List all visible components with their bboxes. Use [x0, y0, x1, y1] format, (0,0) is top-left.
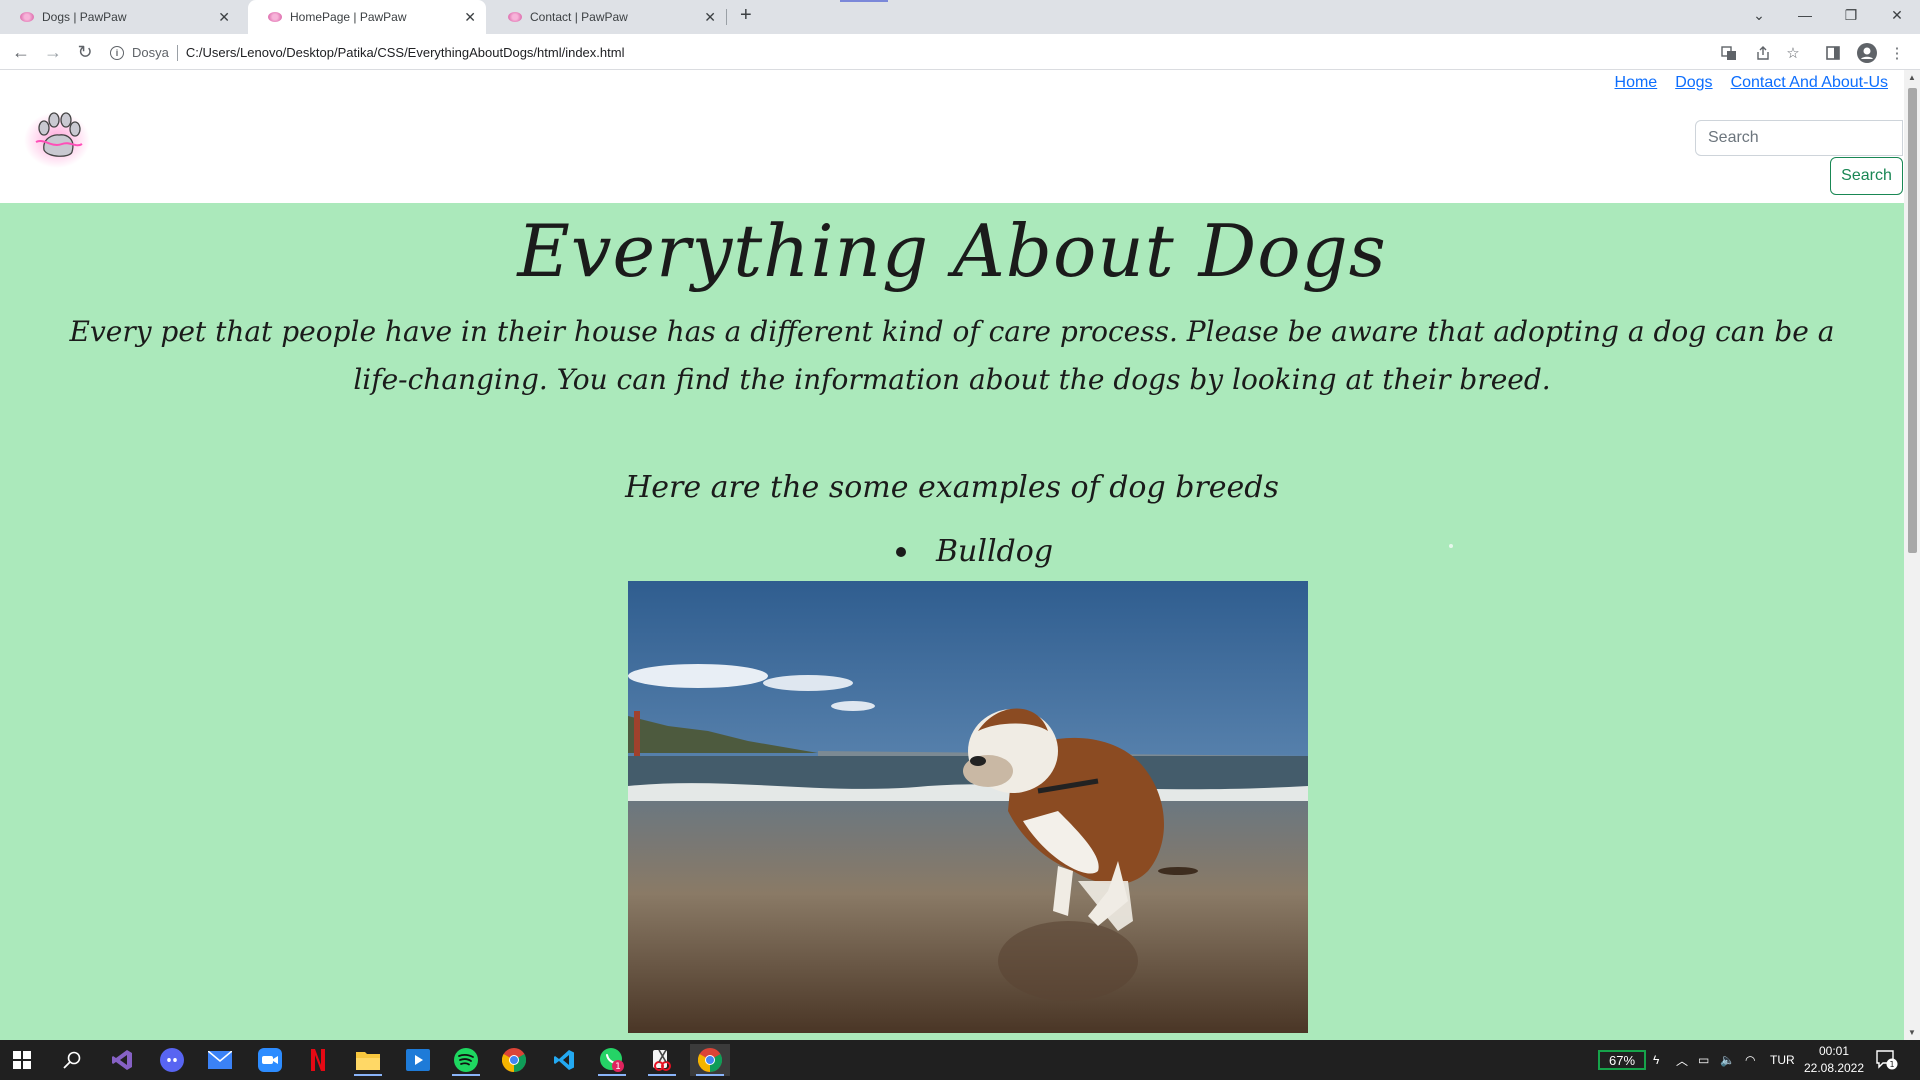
menu-icon[interactable]: ⋮	[1886, 42, 1908, 64]
forward-icon[interactable]: →	[41, 40, 65, 64]
tab-search-chevron-icon[interactable]: ⌄	[1736, 0, 1782, 30]
intro-paragraph: Every pet that people have in their hous…	[69, 315, 1835, 396]
language-indicator[interactable]: TUR	[1770, 1040, 1795, 1080]
pawpaw-favicon-icon	[20, 12, 34, 22]
close-tab-icon[interactable]: ✕	[218, 9, 230, 26]
snipping-tool-icon[interactable]	[642, 1044, 682, 1076]
clock[interactable]: 00:01 22.08.2022	[1800, 1043, 1868, 1077]
page-scrollbar[interactable]: ▲ ▼	[1904, 70, 1920, 1040]
site-nav: Home Dogs Contact And About-Us	[1615, 74, 1888, 92]
main-content: Everything About Dogs Every pet that peo…	[0, 203, 1904, 1040]
clock-time: 00:01	[1818, 1044, 1850, 1058]
site-header: Home Dogs Contact And About-Us Search Se…	[0, 70, 1904, 203]
pawpaw-logo[interactable]	[24, 108, 90, 168]
zoom-icon[interactable]	[250, 1044, 290, 1076]
profile-icon[interactable]	[1856, 42, 1878, 64]
share-icon[interactable]	[1752, 42, 1774, 64]
search-icon[interactable]	[52, 1044, 92, 1076]
tab-separator	[726, 9, 727, 25]
side-panel-icon[interactable]	[1822, 42, 1844, 64]
tab-homepage[interactable]: HomePage | PawPaw ✕	[248, 0, 486, 34]
decorative-dot	[1449, 544, 1453, 548]
file-explorer-icon[interactable]	[348, 1044, 388, 1076]
whatsapp-badge: 1	[615, 1062, 621, 1072]
tab-contact[interactable]: Contact | PawPaw ✕	[488, 0, 726, 34]
scroll-up-icon[interactable]: ▲	[1908, 73, 1916, 82]
clock-date: 22.08.2022	[1803, 1061, 1865, 1075]
volume-icon[interactable]: 🔈	[1720, 1040, 1735, 1080]
star-icon[interactable]: ☆	[1782, 42, 1804, 64]
back-icon[interactable]: ←	[9, 40, 33, 64]
close-tab-icon[interactable]: ✕	[464, 9, 476, 26]
address-separator	[176, 44, 178, 61]
bullet-icon	[896, 546, 906, 557]
media-player-icon[interactable]	[398, 1044, 438, 1076]
chrome-active-icon[interactable]	[690, 1044, 730, 1076]
search-input[interactable]: Search	[1695, 120, 1903, 156]
tab-strip-marker	[840, 0, 888, 2]
charging-icon: ϟ	[1653, 1053, 1660, 1067]
scroll-down-icon[interactable]: ▼	[1908, 1028, 1916, 1037]
info-icon[interactable]: i	[110, 45, 124, 60]
battery-indicator[interactable]: 67%	[1598, 1050, 1646, 1070]
tab-bar: Dogs | PawPaw ✕ HomePage | PawPaw ✕ Cont…	[0, 0, 1920, 34]
page-viewport: Home Dogs Contact And About-Us Search Se…	[0, 70, 1904, 1040]
translate-icon[interactable]	[1718, 42, 1740, 64]
bulldog-photo	[628, 581, 1308, 1033]
address-bar[interactable]: i Dosya C:/Users/Lenovo/Desktop/Patika/C…	[110, 39, 1770, 66]
new-tab-icon[interactable]: +	[740, 4, 752, 27]
breeds-subtitle: Here are the some examples of dog breeds	[625, 470, 1279, 505]
chevron-up-icon[interactable]: ︿	[1676, 1040, 1688, 1080]
wifi-icon[interactable]: ◠	[1745, 1040, 1755, 1080]
scroll-thumb[interactable]	[1908, 88, 1917, 553]
netflix-icon[interactable]	[298, 1044, 338, 1076]
restore-icon[interactable]: ❐	[1828, 0, 1874, 30]
pawpaw-favicon-icon	[268, 12, 282, 22]
address-url[interactable]: C:/Users/Lenovo/Desktop/Patika/CSS/Every…	[186, 45, 625, 60]
page-title: Everything About Dogs	[517, 209, 1387, 293]
pawpaw-favicon-icon	[508, 12, 522, 22]
whatsapp-icon[interactable]: 1	[592, 1044, 632, 1076]
reload-icon[interactable]: ↻	[73, 40, 97, 64]
list-item: Bulldog	[896, 534, 1053, 569]
tab-title: HomePage | PawPaw	[290, 10, 407, 24]
battery-icon[interactable]: ▭	[1698, 1040, 1709, 1080]
tab-dogs[interactable]: Dogs | PawPaw ✕	[0, 0, 240, 34]
search-button[interactable]: Search	[1830, 157, 1903, 195]
mail-icon[interactable]	[200, 1044, 240, 1076]
tab-title: Contact | PawPaw	[530, 10, 628, 24]
browser-toolbar: ← → ↻ i Dosya C:/Users/Lenovo/Desktop/Pa…	[0, 34, 1920, 70]
nav-link-dogs[interactable]: Dogs	[1675, 74, 1712, 92]
vscode-icon[interactable]	[544, 1044, 584, 1076]
notification-count: 1	[1889, 1060, 1894, 1069]
notification-icon[interactable]: 1	[1876, 1040, 1898, 1080]
close-window-icon[interactable]: ✕	[1874, 0, 1920, 30]
minimize-icon[interactable]: —	[1782, 0, 1828, 30]
breed-name: Bulldog	[936, 534, 1054, 569]
spotify-icon[interactable]	[446, 1044, 486, 1076]
tab-title: Dogs | PawPaw	[42, 10, 127, 24]
nav-link-contact[interactable]: Contact And About-Us	[1731, 74, 1888, 92]
windows-taskbar: 1 67% ϟ ︿ ▭ 🔈 ◠ TUR 00:01 22.08.2022 1	[0, 1040, 1920, 1080]
start-icon[interactable]	[2, 1044, 42, 1076]
nav-link-home[interactable]: Home	[1615, 74, 1658, 92]
chrome-icon[interactable]	[494, 1044, 534, 1076]
discord-icon[interactable]	[152, 1044, 192, 1076]
visual-studio-icon[interactable]	[102, 1044, 142, 1076]
address-scheme: Dosya	[132, 45, 169, 60]
close-tab-icon[interactable]: ✕	[704, 9, 716, 26]
